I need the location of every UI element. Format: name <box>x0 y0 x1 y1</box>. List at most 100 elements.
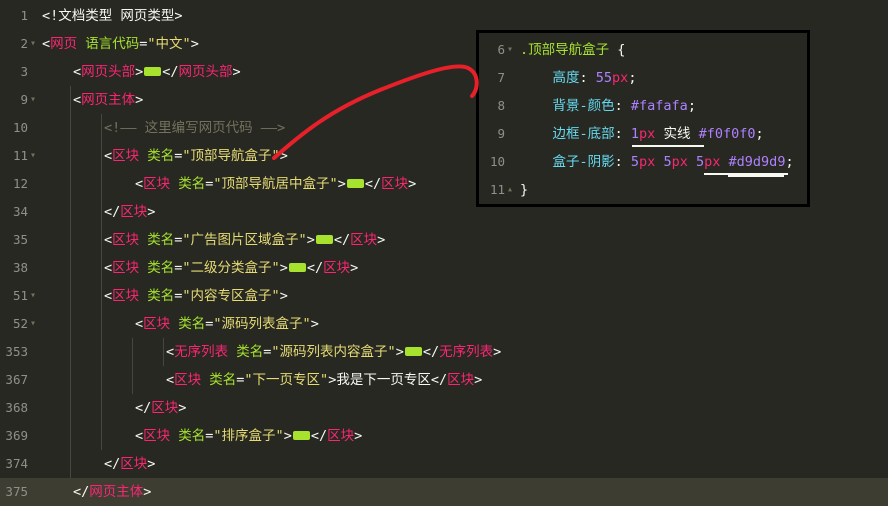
line-number: 2 <box>20 36 28 51</box>
code-token: > <box>143 484 152 500</box>
code-token: ; <box>785 154 794 170</box>
fold-toggle-icon[interactable]: ▾ <box>30 310 36 338</box>
ellipsis-icon[interactable] <box>315 234 333 244</box>
code-line[interactable]: 1 <!文档类型 网页类型> <box>0 2 888 30</box>
ellipsis-icon[interactable] <box>292 430 310 440</box>
code-token: </ <box>422 344 440 360</box>
line-number: 8 <box>497 98 505 113</box>
css-code: 高度: 55px; <box>520 64 637 92</box>
code-token: "广告图片区域盒子" <box>182 232 307 248</box>
line-number: 368 <box>5 400 28 415</box>
code-token: > <box>354 428 363 444</box>
code-token: > <box>377 232 386 248</box>
code-token: 网页 <box>50 36 78 52</box>
code-token: > <box>408 176 417 192</box>
code-content: <区块 类名="内容专区盒子"> <box>104 282 288 310</box>
code-token: < <box>166 344 175 360</box>
code-line[interactable]: 369 <区块 类名="排序盒子"> </区块> <box>0 422 888 450</box>
line-number: 52 <box>12 316 28 331</box>
code-token: 区块 <box>112 288 140 304</box>
code-line[interactable]: 368 </区块> <box>0 394 888 422</box>
code-content: </区块> <box>104 198 155 226</box>
code-token: </ <box>430 372 448 388</box>
code-token: "排序盒子" <box>213 428 284 444</box>
code-token: <!—— 这里编写网页代码 ——> <box>104 120 286 136</box>
line-number: 374 <box>5 456 28 471</box>
code-token: "下一页专区" <box>244 372 329 388</box>
code-token: < <box>104 288 113 304</box>
code-token: 盒子-阴影 <box>520 154 615 170</box>
fold-toggle-icon[interactable]: ▾ <box>30 30 36 58</box>
code-token: "源码列表内容盒子" <box>271 344 396 360</box>
fold-toggle-icon[interactable]: ▾ <box>30 86 36 114</box>
code-token: 1 <box>630 126 640 142</box>
code-token: > <box>283 428 292 444</box>
code-token: > <box>190 36 199 52</box>
code-token: "顶部导航盒子" <box>182 148 280 164</box>
css-code: 盒子-阴影: 5px 5px 5px #d9d9d9; <box>520 148 794 176</box>
code-content: <区块 类名="顶部导航居中盒子"> </区块> <box>135 170 416 198</box>
ellipsis-icon[interactable] <box>346 178 364 188</box>
indent-guide <box>132 338 133 394</box>
css-line: 10 盒子-阴影: 5px 5px 5px #d9d9d9; <box>479 148 807 176</box>
code-token: </ <box>135 400 152 416</box>
css-code: 背景-颜色: #fafafa; <box>520 92 696 120</box>
code-line[interactable]: 353 <无序列表 类名="源码列表内容盒子"> </无序列表> <box>0 338 888 366</box>
code-token: ; <box>628 70 637 86</box>
code-token: </ <box>104 456 121 472</box>
code-token: ; <box>755 126 764 142</box>
code-token: 区块 <box>447 372 475 388</box>
indent-guide <box>163 338 164 366</box>
code-token: ; <box>687 98 696 114</box>
code-token: #fafafa <box>630 98 688 114</box>
code-token: "源码列表盒子" <box>213 316 311 332</box>
code-token: 区块 <box>350 232 378 248</box>
fold-toggle-icon[interactable]: ▾ <box>30 142 36 170</box>
code-token: < <box>73 64 82 80</box>
code-token: 我是下一页专区 <box>336 372 431 388</box>
code-token: > <box>310 316 319 332</box>
code-token: 类名 <box>209 372 237 388</box>
fold-toggle-icon[interactable]: ▾ <box>30 282 36 310</box>
code-token: < <box>135 316 144 332</box>
line-number: 34 <box>12 204 28 219</box>
css-line: 8 背景-颜色: #fafafa; <box>479 92 807 120</box>
code-token: > <box>279 148 288 164</box>
ellipsis-icon[interactable] <box>144 66 162 76</box>
code-line[interactable]: 52 ▾ <区块 类名="源码列表盒子"> <box>0 310 888 338</box>
code-token: { <box>609 42 626 58</box>
ellipsis-icon[interactable] <box>288 262 306 272</box>
line-number: 51 <box>12 288 28 303</box>
line-number: 9 <box>20 92 28 107</box>
code-content: </区块> <box>135 394 186 422</box>
code-token: 区块 <box>151 400 179 416</box>
code-token: 类名 <box>147 260 175 276</box>
ellipsis-icon[interactable] <box>404 346 422 356</box>
line-number: 7 <box>497 70 505 85</box>
code-token: </ <box>364 176 382 192</box>
line-number: 3 <box>20 64 28 79</box>
code-token: </ <box>104 204 121 220</box>
code-token: </ <box>333 232 351 248</box>
fold-toggle-icon: ▴ <box>507 184 514 195</box>
code-token: .顶部导航盒子 <box>520 42 610 58</box>
code-token: 区块 <box>381 176 409 192</box>
line-number: 1 <box>20 8 28 23</box>
code-token: 文档类型 网页类型 <box>58 8 175 24</box>
css-code: } <box>520 176 528 204</box>
code-line[interactable]: 374 </区块> <box>0 450 888 478</box>
css-code: .顶部导航盒子 { <box>520 36 625 64</box>
code-line[interactable]: 51 ▾ <区块 类名="内容专区盒子"> <box>0 282 888 310</box>
code-content: <网页头部> </网页头部> <box>73 58 241 86</box>
code-content: <区块 类名="下一页专区">我是下一页专区</区块> <box>166 366 482 394</box>
code-token: 区块 <box>120 456 148 472</box>
code-line[interactable]: 35 <区块 类名="广告图片区域盒子"> </区块> <box>0 226 888 254</box>
code-line[interactable]: 367 <区块 类名="下一页专区">我是下一页专区</区块> <box>0 366 888 394</box>
code-content: <区块 类名="广告图片区域盒子"> </区块> <box>104 226 385 254</box>
code-line[interactable]: 38 <区块 类名="二级分类盒子"> </区块> <box>0 254 888 282</box>
code-token: > <box>279 288 288 304</box>
line-number: 38 <box>12 260 28 275</box>
line-number: 10 <box>489 154 505 169</box>
